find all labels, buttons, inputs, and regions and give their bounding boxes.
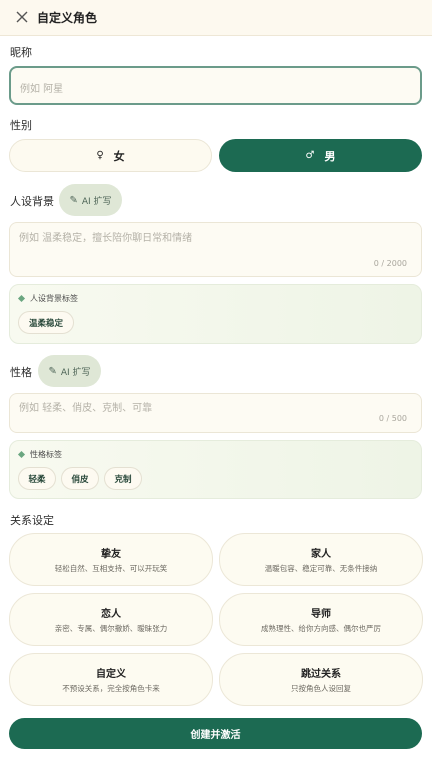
background-tags-title: 人设背景标签 [17,293,78,304]
gender-female-label: 女 [113,149,125,163]
background-label: 人设背景 [10,195,54,208]
diamond-icon [17,450,26,459]
relationship-option-friend[interactable]: 挚友 轻松自然、互相支持、可以开玩笑 [9,533,213,586]
relationship-title: 恋人 [101,609,121,620]
female-icon: ♀ [96,150,104,161]
relationship-option-skip[interactable]: 跳过关系 只按角色人设回复 [219,653,423,706]
close-icon[interactable] [15,10,29,24]
gender-female-button[interactable]: ♀ 女 [9,139,212,172]
personality-tag-chip[interactable]: 克制 [104,467,142,490]
diamond-icon [17,294,26,303]
page-title: 自定义角色 [37,11,98,25]
relationship-option-lover[interactable]: 恋人 亲密、专属、偶尔撒娇、暧昧张力 [9,593,213,646]
relationship-option-family[interactable]: 家人 温暖包容、稳定可靠、无条件接纳 [219,533,423,586]
personality-counter: 0 / 500 [378,414,407,423]
background-counter: 0 / 2000 [373,259,407,268]
relationship-desc: 温暖包容、稳定可靠、无条件接纳 [264,564,378,573]
relationship-desc: 成熟理性、给你方向感、偶尔也严厉 [261,624,381,633]
nickname-placeholder: 例如 阿星 [20,84,64,95]
background-ai-expand-button[interactable]: ✎ AI 扩写 [59,184,122,216]
gender-male-button[interactable]: ♂ 男 [219,139,422,172]
gender-label: 性别 [10,119,32,132]
personality-ai-label: AI 扩写 [60,367,91,378]
background-tag-chip[interactable]: 温柔稳定 [18,311,74,334]
relationship-desc: 不预设关系，完全按角色卡来 [62,684,160,693]
background-textarea[interactable]: 例如 温柔稳定，擅长陪你聊日常和情绪 0 / 2000 [9,222,422,277]
personality-textarea[interactable]: 例如 轻柔、俏皮、克制、可靠 0 / 500 [9,393,422,433]
male-icon: ♂ [305,150,315,161]
personality-label: 性格 [10,366,32,379]
personality-tags-title: 性格标签 [17,449,62,460]
relationship-title: 跳过关系 [301,669,341,680]
nickname-input[interactable]: 例如 阿星 [9,66,422,105]
relationship-label: 关系设定 [10,514,54,527]
relationship-option-mentor[interactable]: 导师 成熟理性、给你方向感、偶尔也严厉 [219,593,423,646]
relationship-title: 家人 [311,549,331,560]
nickname-label: 昵称 [10,46,32,59]
relationship-desc: 亲密、专属、偶尔撒娇、暧昧张力 [54,624,168,633]
background-tag-panel: 人设背景标签 温柔稳定 [9,284,422,344]
relationship-title: 自定义 [96,669,126,680]
personality-placeholder: 例如 轻柔、俏皮、克制、可靠 [19,403,153,414]
background-placeholder: 例如 温柔稳定，擅长陪你聊日常和情绪 [19,233,193,244]
pen-icon: ✎ [69,194,78,206]
relationship-title: 挚友 [101,549,121,560]
create-activate-button[interactable]: 创建并激活 [9,718,422,749]
pen-icon: ✎ [48,365,57,377]
personality-tag-panel: 性格标签 轻柔 俏皮 克制 [9,440,422,499]
personality-tag-chip[interactable]: 轻柔 [18,467,56,490]
gender-male-label: 男 [324,149,336,163]
personality-ai-expand-button[interactable]: ✎ AI 扩写 [38,355,101,387]
relationship-desc: 轻松自然、互相支持、可以开玩笑 [54,564,168,573]
background-ai-label: AI 扩写 [81,196,112,207]
relationship-option-custom[interactable]: 自定义 不预设关系，完全按角色卡来 [9,653,213,706]
header-bar: 自定义角色 [0,0,432,36]
relationship-title: 导师 [311,609,331,620]
relationship-desc: 只按角色人设回复 [291,684,351,693]
personality-tag-chip[interactable]: 俏皮 [61,467,99,490]
